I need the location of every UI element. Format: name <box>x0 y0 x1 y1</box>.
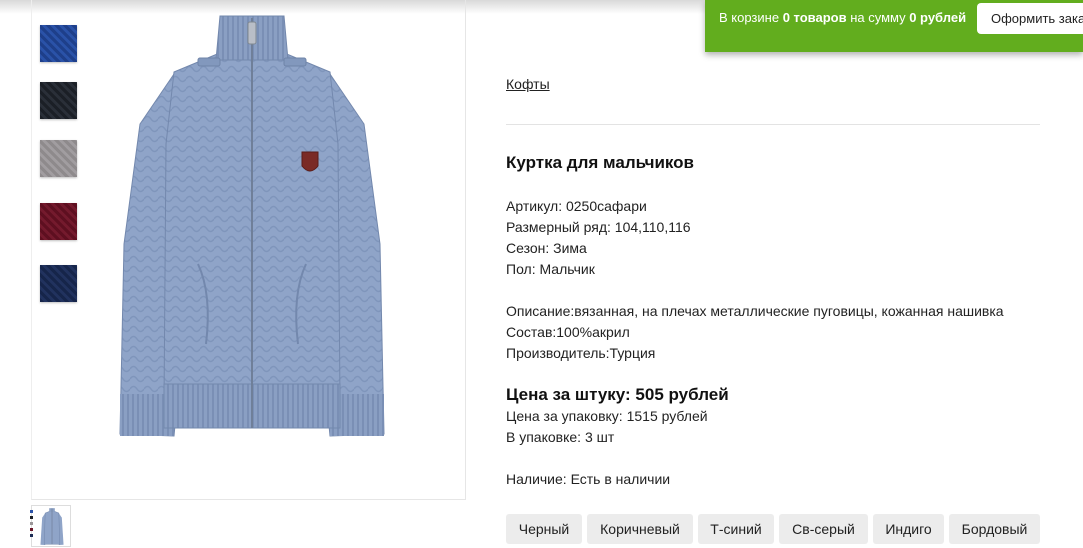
divider <box>506 124 1040 125</box>
price-per-pack: Цена за упаковку: 1515 рублей <box>506 408 708 424</box>
sweater-illustration <box>119 15 385 437</box>
checkout-button[interactable]: Оформить зака <box>977 3 1083 34</box>
cart-summary: В корзине 0 товаров на сумму 0 рублей <box>719 10 966 25</box>
product-manufacturer: Производитель:Турция <box>506 345 656 361</box>
product-gender: Пол: Мальчик <box>506 261 595 277</box>
price-per-unit: Цена за штуку: 505 рублей <box>506 385 729 404</box>
color-option-navy[interactable]: Т-синий <box>698 514 774 544</box>
mini-sweater-icon <box>40 508 64 545</box>
pack-quantity: В упаковке: 3 шт <box>506 429 615 445</box>
mini-color-dots <box>30 510 33 540</box>
color-option-black[interactable]: Черный <box>506 514 582 544</box>
cart-middle: на сумму <box>846 10 910 25</box>
breadcrumb-link[interactable]: Кофты <box>506 76 550 92</box>
cart-sum: 0 рублей <box>909 10 967 25</box>
cart-prefix: В корзине <box>719 10 783 25</box>
color-option-burgundy[interactable]: Бордовый <box>949 514 1040 544</box>
product-sizes: Размерный ряд: 104,110,116 <box>506 219 691 235</box>
product-description: Описание:вязанная, на плечах металлическ… <box>506 303 1004 319</box>
availability: Наличие: Есть в наличии <box>506 471 671 487</box>
product-composition: Состав:100%акрил <box>506 324 630 340</box>
cart-items-count: 0 товаров <box>782 10 847 25</box>
product-season: Сезон: Зима <box>506 240 587 256</box>
mini-thumbnail[interactable] <box>30 505 71 547</box>
color-option-brown[interactable]: Коричневый <box>587 514 693 544</box>
product-article: Артикул: 0250сафари <box>506 198 647 214</box>
color-option-indigo[interactable]: Индиго <box>873 514 944 544</box>
product-main-image[interactable] <box>31 0 466 500</box>
color-option-light-grey[interactable]: Св-серый <box>779 514 868 544</box>
cart-bar: В корзине 0 товаров на сумму 0 рублей Оф… <box>705 0 1083 52</box>
product-title: Куртка для мальчиков <box>506 153 695 172</box>
